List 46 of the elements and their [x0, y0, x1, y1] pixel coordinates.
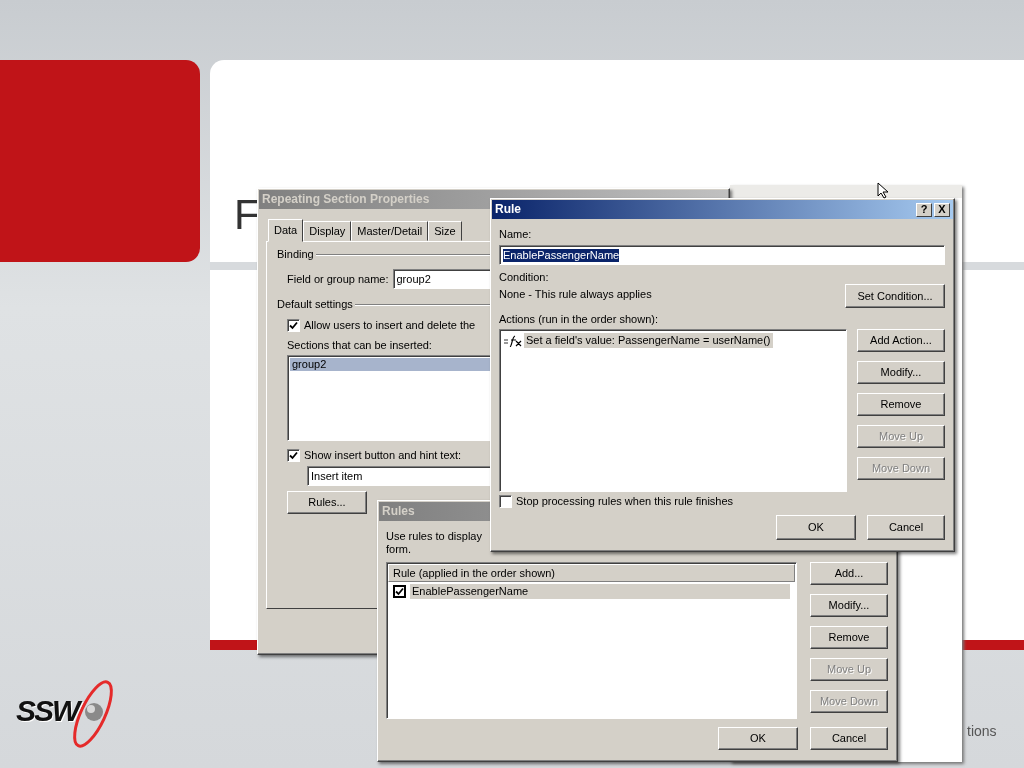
- intro-text: form.: [386, 543, 412, 556]
- group-label: Binding: [277, 248, 314, 261]
- dialog-button[interactable]: Remove: [857, 393, 945, 416]
- field-label: Field or group name:: [287, 272, 389, 286]
- checkbox[interactable]: [499, 495, 512, 508]
- window-title: Rules: [382, 505, 415, 518]
- field-value: EnablePassengerName: [503, 248, 620, 262]
- field-label: Name:: [499, 228, 532, 241]
- checkbox-label: Allow users to insert and delete the: [304, 319, 476, 332]
- slide-title: F: [234, 194, 260, 236]
- checkbox[interactable]: [393, 584, 406, 598]
- dialog-button[interactable]: Modify...: [810, 594, 888, 617]
- tab[interactable]: Display: [303, 221, 352, 241]
- tab[interactable]: Data: [268, 219, 304, 242]
- list-item[interactable]: EnablePassengerName: [410, 583, 790, 599]
- text-field[interactable]: EnablePassengerName: [499, 245, 945, 265]
- dialog-button[interactable]: Remove: [810, 626, 888, 649]
- dialog-button[interactable]: Set Condition...: [845, 284, 945, 308]
- tab[interactable]: Master/Detail: [351, 221, 429, 241]
- field-label: Sections that can be inserted:: [287, 339, 432, 352]
- field-label: Actions (run in the order shown):: [499, 313, 658, 326]
- group-label: Default settings: [277, 298, 353, 311]
- checkbox[interactable]: [287, 319, 300, 332]
- title-button[interactable]: ?: [916, 202, 932, 217]
- title-button[interactable]: X: [934, 202, 950, 217]
- checkbox-label: Stop processing rules when this rule finishes: [516, 495, 734, 508]
- field-label: Condition:: [499, 271, 549, 284]
- list-item[interactable]: Set a field's value: PassengerName = userName(): [524, 333, 773, 348]
- dialog-button[interactable]: Add...: [810, 562, 888, 585]
- dialog-button[interactable]: OK: [776, 515, 856, 540]
- dialog-button[interactable]: Add Action...: [857, 329, 945, 352]
- dialog-button[interactable]: Modify...: [857, 361, 945, 384]
- intro-text: Use rules to display: [386, 530, 482, 543]
- window-title: Repeating Section Properties: [262, 193, 430, 206]
- formula-icon: [504, 334, 522, 347]
- tab[interactable]: Size: [428, 221, 462, 241]
- dialog-button[interactable]: Cancel: [810, 727, 888, 750]
- column-header[interactable]: Rule (applied in the order shown): [388, 564, 795, 582]
- window-title: Rule: [495, 203, 521, 216]
- dialog-button[interactable]: Rules...: [287, 491, 367, 514]
- dialog-button[interactable]: Cancel: [867, 515, 945, 540]
- condition-text: None - This rule always applies: [499, 288, 652, 301]
- footer-text: tions: [967, 722, 997, 741]
- dialog-button[interactable]: OK: [718, 727, 798, 750]
- checkbox[interactable]: [287, 449, 300, 462]
- checkbox-label: Show insert button and hint text:: [304, 449, 462, 462]
